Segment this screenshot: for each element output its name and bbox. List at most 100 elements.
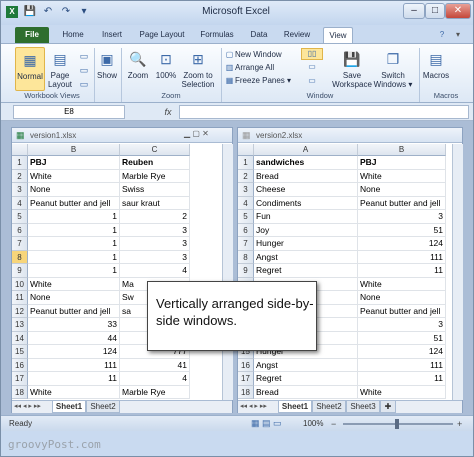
table-cell[interactable]: 111 xyxy=(358,250,446,264)
table-cell[interactable]: None xyxy=(358,291,446,305)
save-icon[interactable]: 💾 xyxy=(23,5,37,19)
row-header[interactable]: 18 xyxy=(238,385,254,399)
table-cell[interactable]: Regret xyxy=(254,264,358,278)
table-cell[interactable]: saur kraut xyxy=(120,196,190,210)
table-cell[interactable]: White xyxy=(358,169,446,183)
column-header[interactable]: A xyxy=(254,144,358,156)
save-workspace-button[interactable]: 💾 Save Workspace xyxy=(331,49,373,93)
ribbon-window-controls-icon[interactable]: ▾ xyxy=(451,27,465,43)
minimize-button[interactable]: – xyxy=(403,3,425,19)
tab-home[interactable]: Home xyxy=(57,27,89,43)
table-cell[interactable]: 4 xyxy=(120,372,190,386)
table-cell[interactable]: 111 xyxy=(28,358,120,372)
formula-input[interactable] xyxy=(179,105,469,119)
table-cell[interactable]: Angst xyxy=(254,358,358,372)
row-header[interactable]: 5 xyxy=(12,210,28,224)
zoom-slider-thumb[interactable] xyxy=(395,419,399,429)
row-header[interactable]: 9 xyxy=(12,264,28,278)
table-cell[interactable]: 1 xyxy=(28,223,120,237)
table-cell[interactable]: Marble Rye xyxy=(120,385,190,399)
row-header[interactable]: 7 xyxy=(12,237,28,251)
macros-button[interactable]: ▤ Macros xyxy=(421,49,451,93)
row-header[interactable]: 10 xyxy=(12,277,28,291)
row-header[interactable]: 6 xyxy=(12,223,28,237)
row-header[interactable]: 8 xyxy=(238,250,254,264)
normal-view-button[interactable]: ▦ Normal xyxy=(15,47,45,91)
insert-function-icon[interactable]: fx xyxy=(161,105,175,119)
freeze-panes-button[interactable]: ▦ Freeze Panes ▾ xyxy=(224,75,291,86)
tab-view[interactable]: View xyxy=(323,27,353,43)
table-cell[interactable]: Hunger xyxy=(254,237,358,251)
view-shortcuts-icons[interactable]: ▦ ▤ ▭ xyxy=(251,418,282,429)
row-header[interactable]: 8 xyxy=(12,250,28,264)
table-cell[interactable]: 1 xyxy=(28,210,120,224)
table-cell[interactable]: Bread xyxy=(254,385,358,399)
arrange-all-button[interactable]: ▥ Arrange All xyxy=(224,62,274,73)
table-cell[interactable]: 1 xyxy=(28,237,120,251)
tab-data[interactable]: Data xyxy=(245,27,273,43)
table-cell[interactable]: sandwiches xyxy=(254,156,358,170)
pane-window-controls-icon[interactable]: ▁ ▢ ✕ xyxy=(184,129,209,138)
hide-icon[interactable]: ▭ xyxy=(301,62,323,74)
table-cell[interactable]: 51 xyxy=(358,331,446,345)
zoom-out-icon[interactable]: − xyxy=(331,419,336,429)
sheet-grid[interactable]: B C 1 PBJ Reuben 2 White Marble Rye 3 None Swiss 4 P… xyxy=(12,144,222,400)
new-window-button[interactable]: ▢ New Window xyxy=(224,49,282,60)
table-cell[interactable]: White xyxy=(28,169,120,183)
table-cell[interactable]: 11 xyxy=(28,372,120,386)
excel-app-icon[interactable]: X xyxy=(5,5,19,19)
unhide-icon[interactable]: ▭ xyxy=(301,76,323,88)
table-cell[interactable]: 111 xyxy=(358,358,446,372)
table-cell[interactable]: Joy xyxy=(254,223,358,237)
table-cell[interactable]: Peanut butter and jell xyxy=(28,196,120,210)
row-header[interactable]: 1 xyxy=(12,156,28,170)
select-all-corner[interactable] xyxy=(12,144,28,156)
view-options-icons[interactable]: ▭ ▭ ▭ xyxy=(77,49,91,93)
row-header[interactable]: 17 xyxy=(238,372,254,386)
tab-insert[interactable]: Insert xyxy=(95,27,129,43)
zoom-in-icon[interactable]: + xyxy=(457,419,462,429)
table-cell[interactable]: 3 xyxy=(358,318,446,332)
page-layout-view-button[interactable]: ▤ Page Layout xyxy=(47,49,73,93)
sheet-tab-sheet1[interactable]: Sheet1 xyxy=(52,401,86,413)
workbook-window-version1[interactable]: version1.xlsx ▦ ▁ ▢ ✕ B C 1 PBJ Reuben 2 White… xyxy=(11,127,233,413)
row-header[interactable]: 4 xyxy=(12,196,28,210)
table-cell[interactable]: 1 xyxy=(28,264,120,278)
table-cell[interactable]: Bread xyxy=(254,169,358,183)
insert-sheet-icon[interactable]: ✚ xyxy=(380,401,396,413)
row-header[interactable]: 7 xyxy=(238,237,254,251)
row-header[interactable]: 14 xyxy=(12,331,28,345)
table-cell[interactable]: 124 xyxy=(358,345,446,359)
table-cell[interactable]: Condiments xyxy=(254,196,358,210)
table-cell[interactable]: Peanut butter and jell xyxy=(358,304,446,318)
table-cell[interactable]: None xyxy=(28,183,120,197)
row-header[interactable]: 16 xyxy=(12,358,28,372)
table-cell[interactable]: Reuben xyxy=(120,156,190,170)
table-cell[interactable]: Regret xyxy=(254,372,358,386)
tab-file[interactable]: File xyxy=(15,27,49,43)
row-header[interactable]: 12 xyxy=(12,304,28,318)
table-cell[interactable]: 124 xyxy=(358,237,446,251)
table-cell[interactable]: 124 xyxy=(28,345,120,359)
row-header[interactable]: 11 xyxy=(12,291,28,305)
row-header[interactable]: 3 xyxy=(238,183,254,197)
maximize-button[interactable]: □ xyxy=(425,3,445,19)
table-cell[interactable]: White xyxy=(358,277,446,291)
name-box[interactable]: E8 xyxy=(13,105,125,119)
undo-icon[interactable]: ↶ xyxy=(41,5,55,19)
table-cell[interactable]: 11 xyxy=(358,264,446,278)
table-cell[interactable]: 2 xyxy=(120,210,190,224)
row-header[interactable]: 15 xyxy=(12,345,28,359)
table-cell[interactable]: Marble Rye xyxy=(120,169,190,183)
row-header[interactable]: 2 xyxy=(238,169,254,183)
row-header[interactable]: 2 xyxy=(12,169,28,183)
row-header[interactable]: 9 xyxy=(238,264,254,278)
row-header[interactable]: 1 xyxy=(238,156,254,170)
row-header[interactable]: 3 xyxy=(12,183,28,197)
table-cell[interactable]: Angst xyxy=(254,250,358,264)
tab-page-layout[interactable]: Page Layout xyxy=(135,27,189,43)
table-cell[interactable]: 51 xyxy=(358,223,446,237)
vertical-scrollbar[interactable] xyxy=(452,144,463,400)
row-header[interactable]: 6 xyxy=(238,223,254,237)
split-icon[interactable]: ▯▯ xyxy=(301,48,323,60)
